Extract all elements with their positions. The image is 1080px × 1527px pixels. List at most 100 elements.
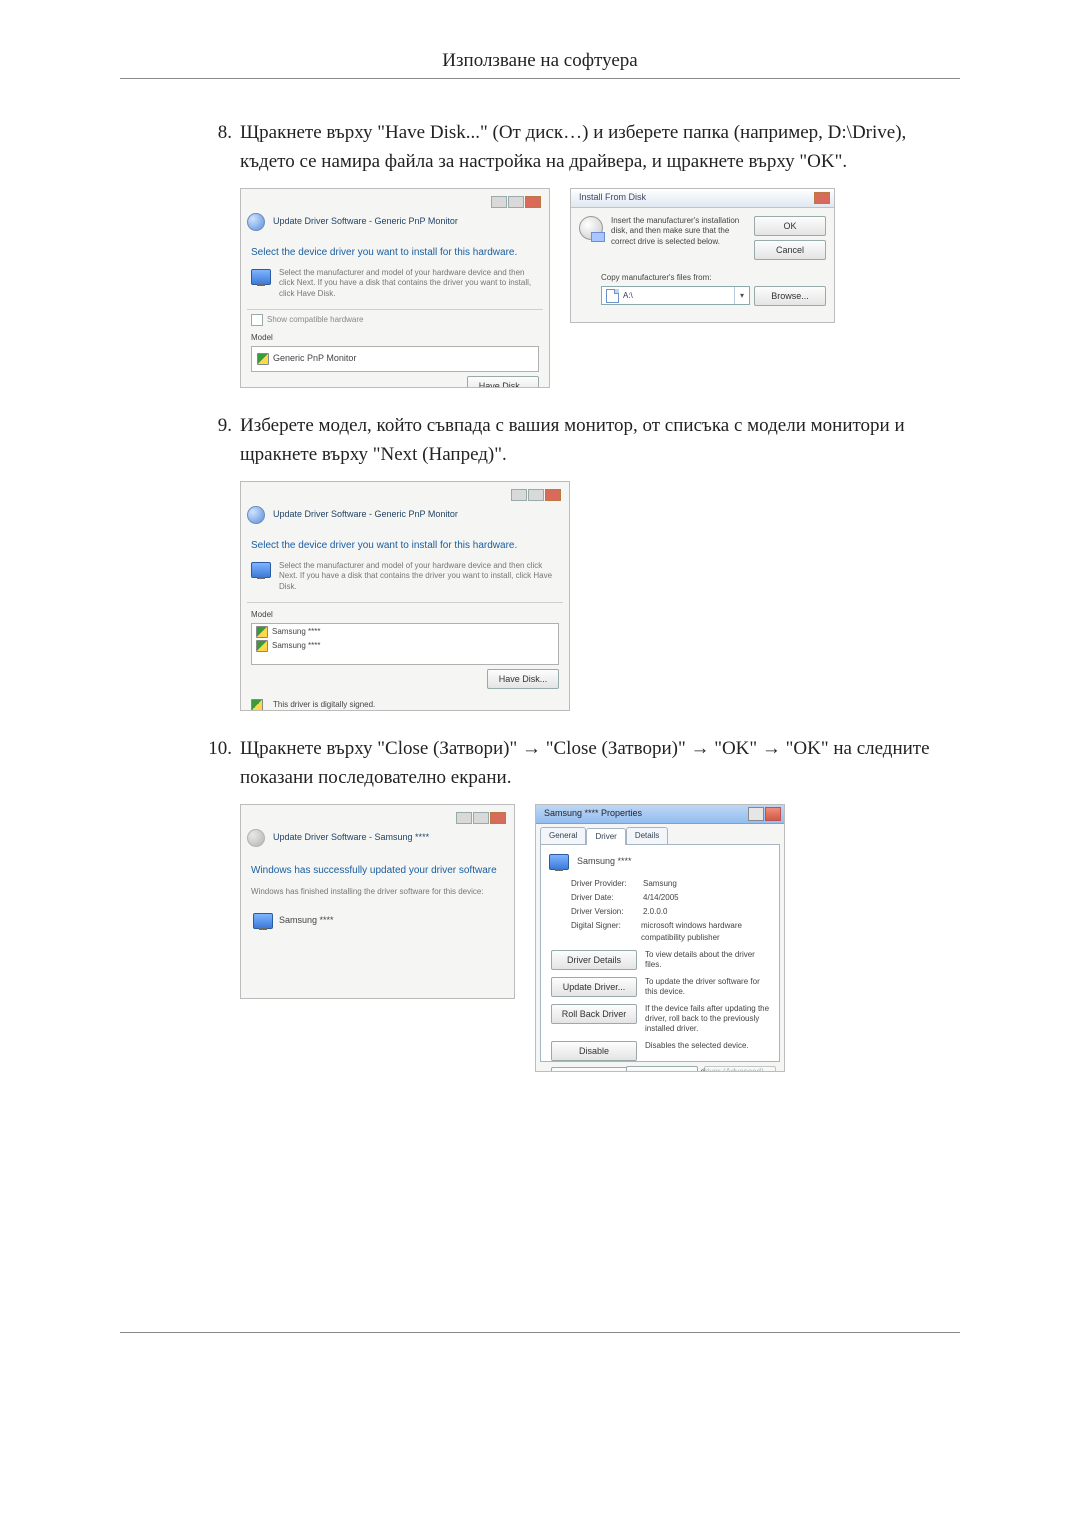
step-10: 10. Щракнете върху "Close (Затвори)" → "… — [208, 735, 960, 1072]
maximize-icon[interactable] — [528, 489, 544, 501]
separator — [247, 602, 563, 603]
dialog-heading: Select the device driver you want to ins… — [251, 245, 543, 260]
model-list[interactable]: Samsung **** Samsung **** — [251, 623, 559, 665]
show-compatible-checkbox[interactable] — [251, 314, 263, 326]
model-item-1[interactable]: Samsung **** — [256, 626, 554, 638]
close-icon[interactable] — [525, 196, 541, 208]
close-icon[interactable] — [490, 812, 506, 824]
model-label: Model — [251, 332, 539, 344]
dialog-heading: Select the device driver you want to ins… — [251, 538, 563, 553]
page-icon — [606, 289, 619, 303]
dialog-driver-updated: Update Driver Software - Samsung **** Wi… — [240, 804, 515, 999]
driver-details-button[interactable]: Driver Details — [551, 950, 637, 970]
wizard-breadcrumb: Update Driver Software - Generic PnP Mon… — [273, 508, 458, 522]
disable-button[interactable]: Disable — [551, 1041, 637, 1061]
dialog-update-driver-1: Update Driver Software - Generic PnP Mon… — [240, 188, 550, 388]
copy-from-combo[interactable]: A:\ ▾ — [601, 286, 750, 305]
roll-back-driver-button[interactable]: Roll Back Driver — [551, 1004, 637, 1024]
step-10-text: Щракнете върху "Close (Затвори)" → "Clos… — [240, 738, 930, 788]
shield-icon — [256, 626, 268, 638]
ok-button[interactable]: OK — [754, 216, 826, 236]
minimize-icon[interactable] — [456, 812, 472, 824]
minimize-icon[interactable] — [491, 196, 507, 208]
shield-icon — [257, 353, 269, 365]
back-icon[interactable] — [247, 213, 265, 231]
have-disk-button[interactable]: Have Disk... — [467, 376, 539, 388]
version-value: 2.0.0.0 — [643, 906, 667, 918]
header-rule — [120, 78, 960, 79]
step-8-number: 8. — [208, 119, 232, 148]
cancel-button[interactable]: Cancel — [754, 240, 826, 260]
monitor-icon — [253, 913, 273, 929]
tab-details[interactable]: Details — [626, 827, 668, 844]
chevron-down-icon[interactable]: ▾ — [734, 287, 749, 304]
roll-back-driver-desc: If the device fails after updating the d… — [645, 1004, 771, 1035]
step-9: 9. Изберете модел, който съвпада с вашия… — [208, 412, 960, 711]
wizard-breadcrumb: Update Driver Software - Samsung **** — [273, 831, 429, 845]
model-item: Generic PnP Monitor — [273, 352, 356, 366]
ifd-title-text: Install From Disk — [579, 191, 646, 205]
shield-icon — [256, 640, 268, 652]
signed-shield-icon — [251, 699, 263, 711]
signer-value: microsoft windows hardware compatibility… — [641, 920, 771, 944]
browse-button[interactable]: Browse... — [754, 286, 826, 306]
model-item-label: Samsung **** — [272, 640, 320, 652]
success-subtext: Windows has finished installing the driv… — [251, 886, 504, 898]
close-icon[interactable] — [765, 807, 781, 821]
tab-body-driver: Samsung **** Driver Provider: Samsung Dr… — [540, 844, 780, 1062]
disk-icon — [579, 216, 603, 240]
footer-rule — [120, 1332, 960, 1333]
monitor-icon — [549, 854, 569, 870]
date-label: Driver Date: — [571, 892, 643, 904]
model-item-2[interactable]: Samsung **** — [256, 640, 554, 652]
version-label: Driver Version: — [571, 906, 643, 918]
close-icon[interactable] — [545, 489, 561, 501]
maximize-icon[interactable] — [508, 196, 524, 208]
step-8-text: Щракнете върху "Have Disk..." (От диск…)… — [240, 122, 906, 172]
copy-from-value: A:\ — [623, 290, 633, 302]
help-icon[interactable] — [748, 807, 764, 821]
provider-value: Samsung — [643, 878, 677, 890]
dialog-device-properties: Samsung **** Properties General Driver D… — [535, 804, 785, 1072]
cancel-button-disabled: Cancel — [704, 1066, 776, 1072]
back-icon[interactable] — [247, 506, 265, 524]
driver-details-desc: To view details about the driver files. — [645, 950, 771, 971]
wizard-breadcrumb: Update Driver Software - Generic PnP Mon… — [273, 215, 458, 229]
step-9-number: 9. — [208, 412, 232, 441]
ifd-instruction: Insert the manufacturer's installation d… — [611, 216, 746, 260]
copy-from-label: Copy manufacturer's files from: — [601, 272, 826, 284]
close-icon[interactable] — [814, 192, 830, 204]
separator — [247, 309, 543, 310]
minimize-icon[interactable] — [511, 489, 527, 501]
properties-title: Samsung **** Properties — [544, 807, 642, 821]
close-button[interactable]: Close — [626, 1066, 698, 1072]
page-title: Използване на софтуера — [120, 50, 960, 72]
signed-text: This driver is digitally signed. — [273, 699, 408, 711]
dialog-update-driver-2: Update Driver Software - Generic PnP Mon… — [240, 481, 570, 711]
tab-driver[interactable]: Driver — [586, 828, 625, 845]
tab-general[interactable]: General — [540, 827, 586, 844]
step-9-text: Изберете модел, който съвпада с вашия мо… — [240, 415, 905, 465]
provider-label: Driver Provider: — [571, 878, 643, 890]
signer-label: Digital Signer: — [571, 920, 641, 944]
model-list[interactable]: Generic PnP Monitor — [251, 346, 539, 372]
success-heading: Windows has successfully updated your dr… — [251, 863, 504, 878]
device-name: Samsung **** — [279, 914, 334, 928]
dialog-help-text: Select the manufacturer and model of you… — [279, 268, 539, 299]
update-driver-desc: To update the driver software for this d… — [645, 977, 771, 998]
date-value: 4/14/2005 — [643, 892, 679, 904]
maximize-icon[interactable] — [473, 812, 489, 824]
model-item-label: Samsung **** — [272, 626, 320, 638]
step-8: 8. Щракнете върху "Have Disk..." (От дис… — [208, 119, 960, 388]
show-compatible-label: Show compatible hardware — [267, 314, 364, 326]
update-driver-button[interactable]: Update Driver... — [551, 977, 637, 997]
model-label: Model — [251, 609, 559, 621]
device-name: Samsung **** — [577, 855, 632, 869]
monitor-icon — [251, 269, 271, 285]
have-disk-button[interactable]: Have Disk... — [487, 669, 559, 689]
disable-desc: Disables the selected device. — [645, 1041, 771, 1051]
dialog-help-text: Select the manufacturer and model of you… — [279, 561, 559, 592]
back-icon-disabled — [247, 829, 265, 847]
monitor-icon — [251, 562, 271, 578]
dialog-install-from-disk: Install From Disk Insert the manufacture… — [570, 188, 835, 323]
